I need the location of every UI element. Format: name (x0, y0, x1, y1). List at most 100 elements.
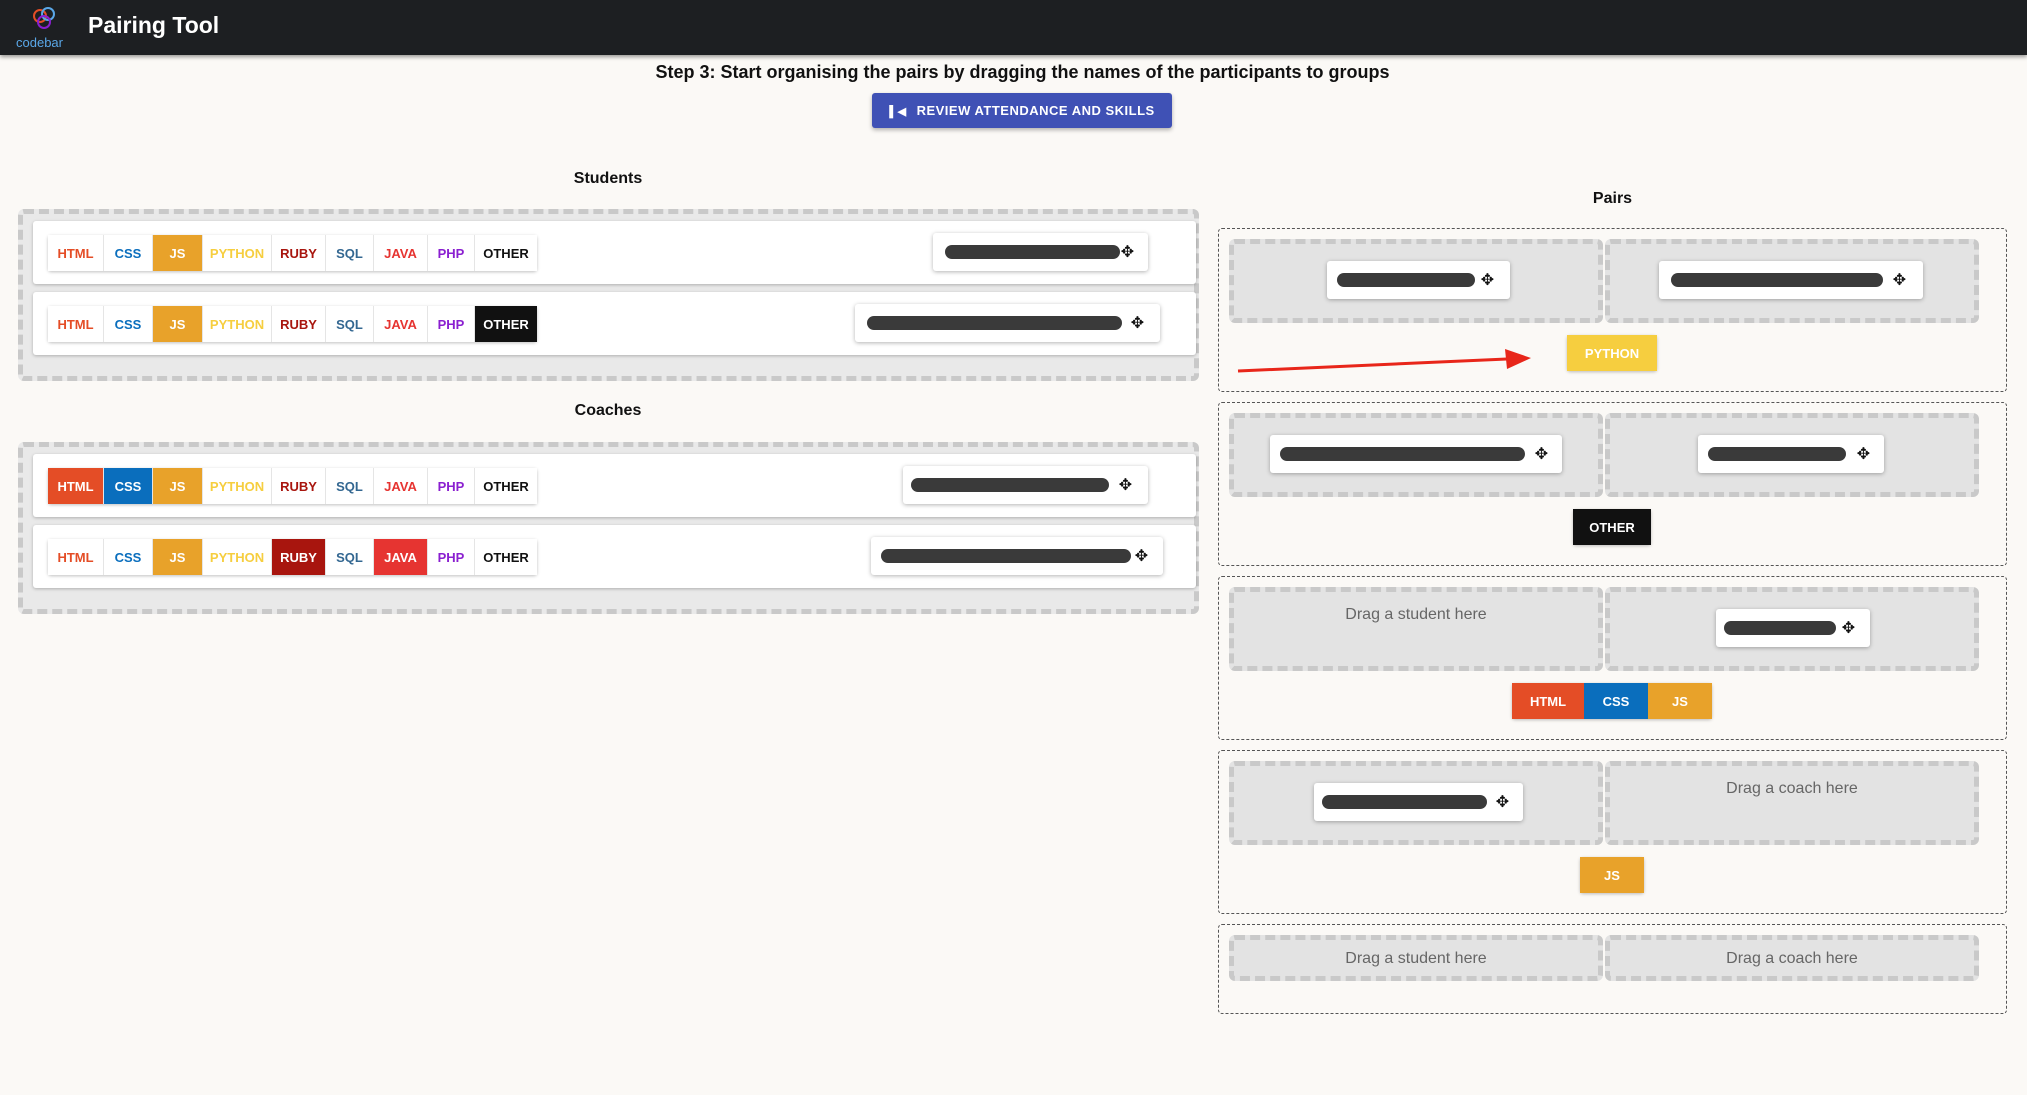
skill-chip-sql[interactable]: SQL (326, 468, 374, 504)
skill-chip-css[interactable]: CSS (104, 539, 153, 575)
skill-chip-sql[interactable]: SQL (326, 306, 374, 342)
skill-chip-python[interactable]: PYTHON (203, 468, 272, 504)
step-instructions: Step 3: Start organising the pairs by dr… (655, 62, 1390, 82)
drag-handle-icon[interactable]: ✥ (1840, 620, 1857, 637)
skill-chip-php[interactable]: PHP (428, 468, 475, 504)
students-title: Students (573, 170, 643, 187)
coach-drop-zone[interactable]: Drag a coach here (1605, 935, 1979, 981)
top-app-bar: codebar Pairing Tool (0, 0, 2027, 55)
participant-name-card[interactable]: ✥ (1716, 609, 1870, 647)
drag-handle-icon[interactable]: ✥ (1533, 446, 1550, 463)
review-button-label: REVIEW ATTENDANCE AND SKILLS (916, 103, 1155, 118)
skill-chip-html[interactable]: HTML (48, 235, 104, 271)
skill-toggle-group: HTML CSS JS PYTHON RUBY SQL JAVA PHP OTHER (48, 468, 537, 504)
drag-handle-icon[interactable]: ✥ (1133, 548, 1150, 565)
pair-group: Drag a student here ✥ HTML CSS JS (1218, 576, 2007, 740)
drag-handle-icon[interactable]: ✥ (1119, 244, 1136, 261)
pair-group: ✥ ✥ OTHER (1218, 402, 2007, 566)
skill-chip-ruby[interactable]: RUBY (272, 306, 326, 342)
student-drop-zone[interactable]: ✥ (1229, 761, 1603, 845)
coach-row: HTML CSS JS PYTHON RUBY SQL JAVA PHP OTHER ✥ (33, 454, 1196, 517)
coach-drop-zone[interactable]: ✥ (1605, 413, 1979, 497)
pair-skill-chip-js: JS (1648, 683, 1712, 719)
drag-handle-icon[interactable]: ✥ (1855, 446, 1872, 463)
participant-name-card[interactable]: ✥ (1659, 261, 1923, 299)
skill-chip-html[interactable]: HTML (48, 306, 104, 342)
skill-chip-js[interactable]: JS (153, 539, 203, 575)
participant-name-card[interactable]: ✥ (871, 537, 1163, 575)
coach-drop-zone[interactable]: Drag a coach here (1605, 761, 1979, 845)
drag-handle-icon[interactable]: ✥ (1129, 315, 1146, 332)
drag-handle-icon[interactable]: ✥ (1479, 272, 1496, 289)
participant-name-card[interactable]: ✥ (1314, 783, 1523, 821)
skill-chip-other[interactable]: OTHER (475, 306, 537, 342)
redacted-name (867, 316, 1122, 330)
skip-previous-icon: ▌◀ (889, 106, 907, 118)
skill-chip-other[interactable]: OTHER (475, 539, 537, 575)
student-drop-zone[interactable]: ✥ (1229, 239, 1603, 323)
coach-drop-zone[interactable]: ✥ (1605, 239, 1979, 323)
drag-handle-icon[interactable]: ✥ (1117, 477, 1134, 494)
skill-chip-python[interactable]: PYTHON (203, 539, 272, 575)
redacted-name (1337, 273, 1475, 287)
student-drop-zone[interactable]: Drag a student here (1229, 587, 1603, 671)
skill-chip-html[interactable]: HTML (48, 468, 104, 504)
logo-text: codebar (16, 35, 63, 50)
skill-chip-java[interactable]: JAVA (374, 235, 428, 271)
skill-chip-ruby[interactable]: RUBY (272, 468, 326, 504)
coach-drop-zone[interactable]: ✥ (1605, 587, 1979, 671)
drop-hint: Drag a coach here (1726, 950, 1858, 967)
skill-chip-js[interactable]: JS (153, 468, 203, 504)
skill-chip-java[interactable]: JAVA (374, 468, 428, 504)
skill-chip-css[interactable]: CSS (104, 306, 153, 342)
participant-name-card[interactable]: ✥ (855, 304, 1160, 342)
skill-toggle-group: HTML CSS JS PYTHON RUBY SQL JAVA PHP OTHER (48, 539, 537, 575)
skill-chip-php[interactable]: PHP (428, 539, 475, 575)
review-attendance-button[interactable]: ▌◀ REVIEW ATTENDANCE AND SKILLS (872, 93, 1172, 128)
drop-hint: Drag a student here (1345, 606, 1487, 623)
skill-chip-sql[interactable]: SQL (326, 235, 374, 271)
drag-handle-icon[interactable]: ✥ (1494, 794, 1511, 811)
student-drop-zone[interactable]: ✥ (1229, 413, 1603, 497)
participant-name-card[interactable]: ✥ (1327, 261, 1510, 299)
skill-chip-java[interactable]: JAVA (374, 306, 428, 342)
skill-chip-ruby[interactable]: RUBY (272, 539, 326, 575)
skill-chip-php[interactable]: PHP (428, 306, 475, 342)
codebar-logo[interactable]: codebar (14, 4, 72, 52)
skill-chip-php[interactable]: PHP (428, 235, 475, 271)
drag-handle-icon[interactable]: ✥ (1891, 272, 1908, 289)
students-panel: HTML CSS JS PYTHON RUBY SQL JAVA PHP OTHER ✥ HTM… (18, 209, 1199, 381)
skill-chip-python[interactable]: PYTHON (203, 306, 272, 342)
participant-name-card[interactable]: ✥ (903, 466, 1148, 504)
student-drop-zone[interactable]: Drag a student here (1229, 935, 1603, 981)
participant-name-card[interactable]: ✥ (1270, 435, 1562, 473)
skill-chip-java[interactable]: JAVA (374, 539, 428, 575)
skill-chip-ruby[interactable]: RUBY (272, 235, 326, 271)
redacted-name (911, 478, 1109, 492)
annotation-arrow (1237, 349, 1531, 373)
skill-chip-python[interactable]: PYTHON (203, 235, 272, 271)
participant-name-card[interactable]: ✥ (933, 233, 1148, 271)
redacted-name (1322, 795, 1487, 809)
skill-chip-js[interactable]: JS (153, 306, 203, 342)
redacted-name (1280, 447, 1525, 461)
pair-skills: OTHER (1573, 509, 1651, 545)
skill-chip-sql[interactable]: SQL (326, 539, 374, 575)
skill-chip-css[interactable]: CSS (104, 468, 153, 504)
skill-chip-js[interactable]: JS (153, 235, 203, 271)
skill-toggle-group: HTML CSS JS PYTHON RUBY SQL JAVA PHP OTHER (48, 306, 537, 342)
drop-hint: Drag a student here (1345, 950, 1487, 967)
pair-group: Drag a student here Drag a coach here (1218, 924, 2007, 1014)
pair-skills: PYTHON (1567, 335, 1657, 371)
skill-chip-other[interactable]: OTHER (475, 468, 537, 504)
pair-skills: HTML CSS JS (1512, 683, 1712, 719)
skill-chip-html[interactable]: HTML (48, 539, 104, 575)
participant-name-card[interactable]: ✥ (1698, 435, 1884, 473)
skill-chip-css[interactable]: CSS (104, 235, 153, 271)
app-title: Pairing Tool (88, 12, 220, 38)
redacted-name (1708, 447, 1846, 461)
skill-chip-other[interactable]: OTHER (475, 235, 537, 271)
redacted-name (1724, 621, 1836, 635)
coach-row: HTML CSS JS PYTHON RUBY SQL JAVA PHP OTHER ✥ (33, 525, 1196, 588)
redacted-name (881, 549, 1131, 563)
